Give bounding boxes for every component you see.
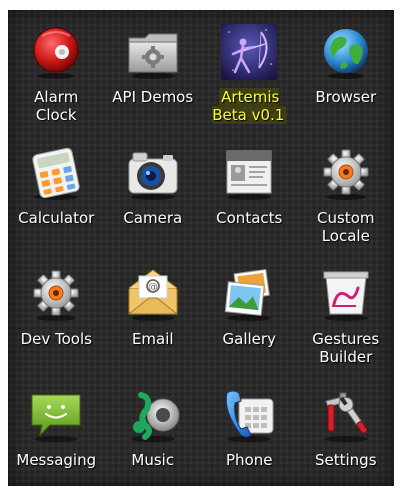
app-custom-locale[interactable]: Custom Locale [298, 139, 395, 260]
app-alarm-clock[interactable]: Alarm Clock [8, 18, 105, 139]
app-label: Calculator [18, 209, 95, 227]
tools-icon [323, 392, 368, 442]
artemis-archer-icon [221, 24, 278, 80]
app-calculator[interactable]: Calculator [8, 139, 105, 260]
app-label: API Demos [112, 88, 194, 106]
app-messaging[interactable]: Messaging [8, 381, 105, 502]
app-label: Camera [123, 209, 183, 227]
folder-gear-icon [128, 33, 178, 79]
app-label: Artemis Beta v0.1 [212, 88, 287, 124]
app-camera[interactable]: Camera [105, 139, 202, 260]
app-contacts[interactable]: Contacts [201, 139, 298, 260]
app-label: Email [131, 330, 174, 348]
photos-icon [224, 268, 272, 321]
svg-text:@: @ [148, 282, 158, 293]
app-phone[interactable]: Phone [201, 381, 298, 502]
app-label: Browser [315, 88, 377, 106]
app-browser[interactable]: Browser [298, 18, 395, 139]
app-drawer: Alarm Clock API Demos Artemis Beta v0.1 … [8, 10, 394, 486]
app-label: Alarm Clock [34, 88, 79, 124]
app-label: Custom Locale [317, 209, 375, 245]
app-label: Dev Tools [20, 330, 92, 348]
globe-icon [323, 29, 368, 79]
app-settings[interactable]: Settings [298, 381, 395, 502]
app-label: Music [131, 451, 175, 469]
alarm-clock-icon [33, 27, 79, 79]
app-label: Phone [226, 451, 273, 469]
gesture-pad-icon [323, 271, 369, 321]
app-label: Gallery [222, 330, 276, 348]
app-grid: Alarm Clock API Demos Artemis Beta v0.1 … [8, 18, 394, 502]
camera-icon [128, 152, 178, 200]
app-email[interactable]: @ Email [105, 260, 202, 381]
app-gallery[interactable]: Gallery [201, 260, 298, 381]
app-label: Contacts [216, 209, 283, 227]
telephone-icon [226, 390, 274, 442]
music-speaker-icon [130, 392, 180, 442]
envelope-icon: @ [127, 269, 179, 321]
app-gestures-builder[interactable]: Gestures Builder [298, 260, 395, 381]
gear-icon [323, 149, 369, 200]
app-api-demos[interactable]: API Demos [105, 18, 202, 139]
app-label: Messaging [16, 451, 97, 469]
app-label: Gestures Builder [312, 330, 380, 366]
app-dev-tools[interactable]: Dev Tools [8, 260, 105, 381]
gear-icon [33, 270, 79, 321]
app-label: Settings [314, 451, 377, 469]
app-artemis-beta[interactable]: Artemis Beta v0.1 [201, 18, 298, 139]
calculator-icon [32, 147, 80, 200]
contacts-card-icon [226, 150, 272, 200]
app-music[interactable]: Music [105, 381, 202, 502]
speech-bubble-icon [31, 394, 81, 442]
